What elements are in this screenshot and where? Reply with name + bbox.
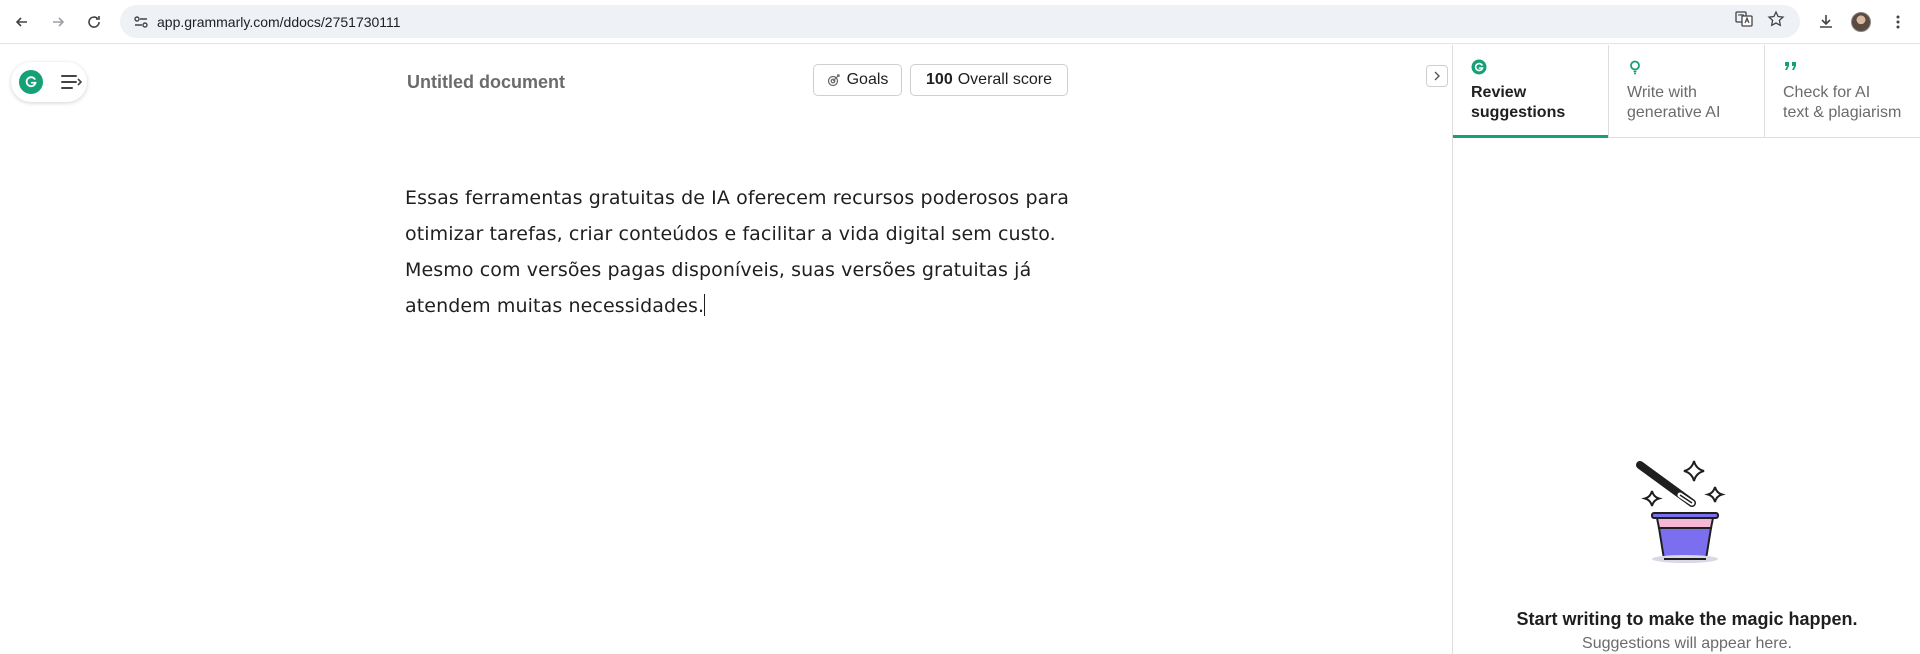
more-vert-icon [1896,15,1900,29]
magic-hat-wand-icon [1636,460,1726,563]
overall-score-button[interactable]: 100 Overall score [910,64,1068,96]
tab-generative-ai[interactable]: Write with generative AI [1609,45,1764,138]
address-bar[interactable]: app.grammarly.com/ddocs/2751730111 [120,5,1800,38]
tab-label: suggestions [1471,104,1566,121]
empty-state-title: Start writing to make the magic happen. [1516,609,1858,629]
grammarly-logo-icon[interactable] [19,70,43,94]
download-icon [1820,15,1832,28]
tab-review-suggestions[interactable]: Review suggestions [1453,45,1608,138]
translate-button[interactable] [1733,8,1755,30]
forward-button[interactable] [44,8,72,36]
document-line: Essas ferramentas gratuitas de IA oferec… [405,187,1070,209]
chevron-right-icon [1434,71,1440,81]
arrow-left-icon [15,17,27,27]
score-label: Overall score [957,71,1052,88]
grammarly-home-pill [11,62,87,102]
tab-label: Review [1471,84,1527,101]
lightbulb-icon [1630,60,1640,75]
document-title[interactable]: Untitled document [407,72,565,93]
arrow-right-icon [53,17,65,27]
grammarly-g-icon [1471,59,1487,75]
bookmark-button[interactable] [1765,8,1787,30]
profile-avatar[interactable] [1851,12,1871,32]
empty-state-subtitle: Suggestions will appear here. [1582,635,1792,652]
assistant-panel: Review suggestions Write with generative… [1452,45,1920,654]
document-line: otimizar tarefas, criar conteúdos e faci… [405,223,1056,245]
score-value: 100 [926,71,953,88]
url-text[interactable]: app.grammarly.com/ddocs/2751730111 [157,14,401,30]
browser-menu-button[interactable] [1884,8,1912,36]
reload-button[interactable] [80,8,108,36]
site-settings-icon [134,16,148,28]
document-line: Mesmo com versões pagas disponíveis, sua… [405,259,1032,281]
goals-target-icon [827,74,840,87]
assistant-tabs: Review suggestions Write with generative… [1453,45,1920,138]
tab-ai-plagiarism[interactable]: Check for AI text & plagiarism [1765,45,1920,138]
toggle-panel-button[interactable] [1426,65,1448,87]
tab-label: generative AI [1627,104,1721,121]
tab-label: Check for AI [1783,84,1871,101]
browser-toolbar: app.grammarly.com/ddocs/2751730111 [0,0,1920,44]
tab-label: text & plagiarism [1783,104,1902,121]
quote-icon [1785,62,1796,70]
text-caret [704,294,706,316]
document-editor[interactable]: Essas ferramentas gratuitas de IA oferec… [405,180,1070,324]
tab-label: Write with [1627,84,1697,101]
menu-icon[interactable] [60,73,82,91]
back-button[interactable] [8,8,36,36]
document-line: atendem muitas necessidades. [405,295,705,317]
downloads-button[interactable] [1812,8,1840,36]
goals-label: Goals [846,71,889,88]
goals-button[interactable]: Goals [813,64,902,96]
translate-icon [1735,11,1753,27]
reload-icon [88,16,100,28]
star-icon [1767,10,1785,27]
